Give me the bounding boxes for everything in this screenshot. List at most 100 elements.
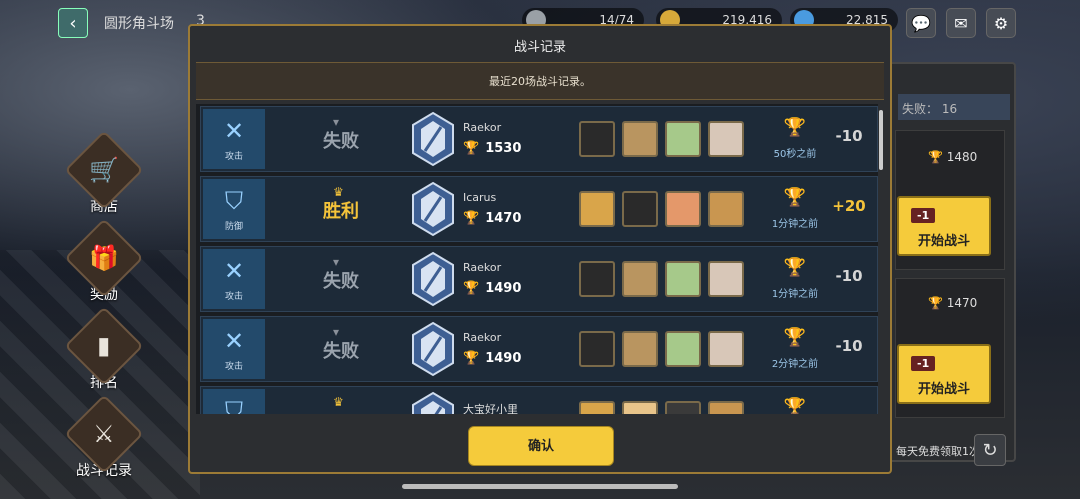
hero-lineup	[579, 331, 744, 367]
opponent-score: 🏆 1470	[463, 211, 522, 226]
shield-icon: ⛉	[225, 187, 243, 215]
hero-portrait	[708, 191, 744, 227]
battle-type-label: 防御	[224, 222, 243, 232]
settings-button[interactable]: ⚙	[986, 8, 1016, 38]
free-claim-text: 每天免费领取1次	[896, 445, 980, 458]
hero-portrait	[622, 261, 658, 297]
battle-result: 失败	[323, 271, 359, 292]
trophy-icon: 🏆	[783, 327, 807, 348]
battle-type-label: 攻击	[224, 152, 243, 162]
opponent-name: Raekor	[463, 331, 502, 344]
gear-icon: ⚙	[993, 13, 1009, 33]
hero-portrait	[579, 261, 615, 297]
battle-type-tag: ✕ 攻击	[203, 319, 265, 379]
shield-icon: ⛉	[225, 397, 243, 414]
modal-subtitle: 最近20场战斗记录。	[196, 62, 884, 100]
battle-result: 失败	[323, 131, 359, 152]
battle-time: 2分钟之前	[771, 359, 819, 370]
rank-emblem-icon	[412, 181, 454, 237]
chat-icon: 💬	[911, 13, 931, 33]
battle-time: 50秒之前	[773, 149, 817, 160]
battle-time: 1分钟之前	[771, 289, 819, 300]
page-title: 圆形角斗场	[104, 16, 174, 32]
chat-button[interactable]: 💬	[906, 8, 936, 38]
hero-portrait	[622, 191, 658, 227]
battle-record-list[interactable]: ✕ 攻击 ▾ 失败 Raekor 🏆1530 🏆 50秒之前 -10 ⛉ 防御	[196, 104, 878, 414]
start-battle-label: 开始战斗	[917, 382, 970, 397]
side-item-rewards[interactable]: 🎁 奖励	[64, 218, 144, 304]
home-indicator[interactable]	[402, 484, 678, 489]
hero-lineup	[579, 191, 744, 227]
hero-portrait	[579, 401, 615, 414]
trophy-icon: 🏆	[783, 257, 807, 278]
battle-time: 1分钟之前	[771, 219, 819, 230]
trophy-icon: 🏆	[783, 117, 807, 138]
list-scrollbar[interactable]	[879, 110, 883, 170]
crown-icon: ♛	[333, 395, 344, 409]
table-row[interactable]: ✕ 攻击 ▾ 失败 Raekor 🏆 1490 🏆 2分钟之前 -10	[200, 316, 878, 382]
opponent-score: 🏆 1530	[463, 141, 522, 156]
hero-lineup	[579, 121, 744, 157]
hero-portrait	[708, 401, 744, 414]
side-item-ranking[interactable]: ▮ 排名	[64, 306, 144, 392]
ticket-cost: -1	[911, 208, 936, 223]
mail-button[interactable]: ✉	[946, 8, 976, 38]
confirm-button[interactable]: 确认	[468, 426, 614, 466]
start-battle-button[interactable]: -1 开始战斗	[897, 196, 991, 256]
hero-lineup	[579, 401, 744, 414]
hero-portrait	[622, 331, 658, 367]
rank-emblem-icon	[412, 251, 454, 307]
battle-type-label: 攻击	[224, 292, 243, 302]
swords-icon: ✕	[223, 327, 245, 355]
start-battle-button[interactable]: -1 开始战斗	[897, 344, 991, 404]
hero-portrait	[622, 121, 658, 157]
opponent-name: Raekor	[463, 121, 502, 134]
side-item-shop[interactable]: 🛒 商店	[64, 130, 144, 216]
score-change: +20	[832, 197, 866, 215]
opponent-score: 🏆 1490	[463, 351, 522, 366]
hero-portrait	[665, 261, 701, 297]
back-button[interactable]: ‹	[58, 8, 88, 38]
lose-count: 失败： 16	[898, 94, 1010, 120]
back-arrow-icon: ‹	[69, 12, 77, 34]
hero-portrait	[622, 401, 658, 414]
hero-portrait	[708, 331, 744, 367]
battle-type-tag: ✕ 攻击	[203, 249, 265, 309]
hero-lineup	[579, 261, 744, 297]
refresh-button[interactable]: ↻	[974, 434, 1006, 466]
hero-portrait	[708, 121, 744, 157]
score-change: -10	[835, 337, 863, 355]
battle-record-modal: 战斗记录 最近20场战斗记录。 ✕ 攻击 ▾ 失败 Raekor 🏆 1530 🏆…	[188, 24, 892, 474]
battle-type-label: 攻击	[224, 362, 243, 372]
score-change: -10	[835, 267, 863, 285]
trophy-icon: 🏆	[463, 281, 480, 296]
opponent-score: 🏆 1490	[463, 281, 522, 296]
hero-portrait	[579, 191, 615, 227]
trophy-icon: 🏆	[463, 211, 480, 226]
trophy-icon: 🏆	[928, 150, 947, 164]
ticket-cost: -1	[911, 356, 936, 371]
opponent-name: Icarus	[463, 191, 497, 204]
hero-portrait	[665, 121, 701, 157]
rank-emblem-icon	[412, 321, 454, 377]
table-row[interactable]: ✕ 攻击 ▾ 失败 Raekor 🏆 1490 🏆 1分钟之前 -10	[200, 246, 878, 312]
swords-icon: ✕	[223, 117, 245, 145]
hero-portrait	[665, 401, 701, 414]
refresh-icon: ↻	[982, 439, 998, 461]
hero-portrait	[579, 331, 615, 367]
side-item-battle-record[interactable]: ⚔ 战斗记录	[64, 394, 144, 480]
table-row[interactable]: ✕ 攻击 ▾ 失败 Raekor 🏆 1530 🏆 50秒之前 -10	[200, 106, 878, 172]
modal-title: 战斗记录	[513, 40, 566, 55]
swords-icon: ✕	[223, 257, 245, 285]
hero-portrait	[665, 331, 701, 367]
battle-type-tag: ✕ 攻击	[203, 109, 265, 169]
battle-type-tag: ⛉ 防御	[203, 179, 265, 239]
rank-emblem-icon	[412, 111, 454, 167]
battle-result: 胜利	[323, 201, 359, 222]
table-row[interactable]: ⛉ ♛ 大宝好小里 🏆 🏆	[200, 386, 878, 414]
opponent-name: 大宝好小里	[463, 403, 518, 414]
opponent-name: Raekor	[463, 261, 502, 274]
rank-emblem-icon	[412, 391, 454, 414]
trophy-icon: 🏆	[928, 296, 947, 310]
table-row[interactable]: ⛉ 防御 ♛ 胜利 Icarus 🏆 1470 🏆 1分钟之前 +20	[200, 176, 878, 242]
